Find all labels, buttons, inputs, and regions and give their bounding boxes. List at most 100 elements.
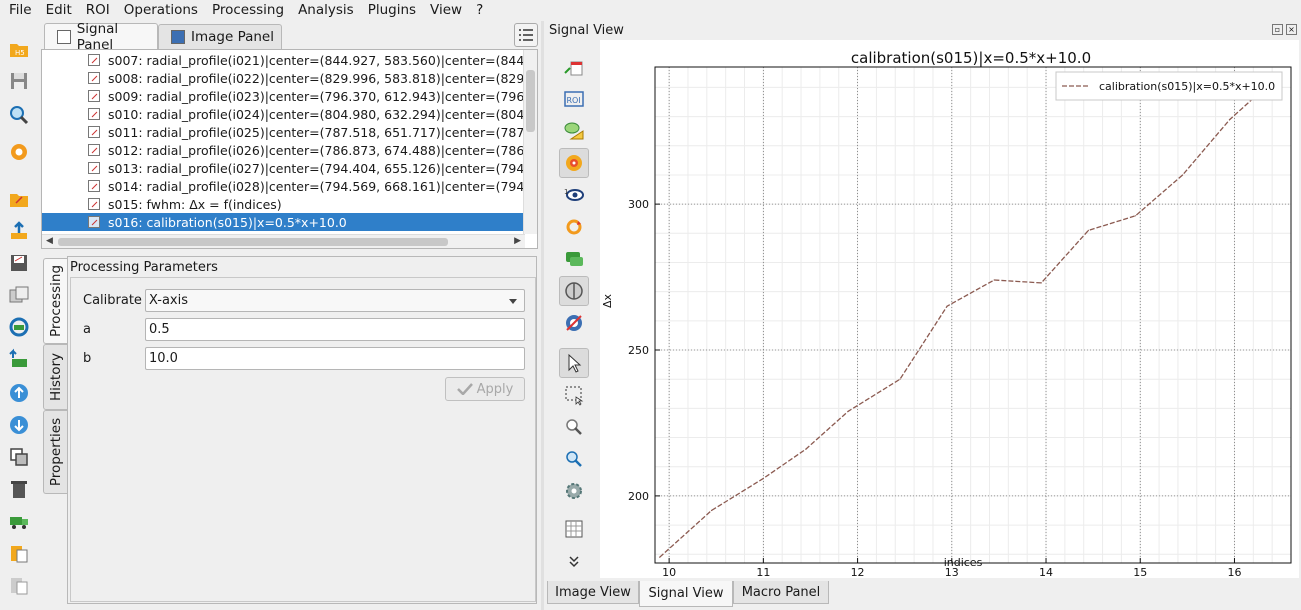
list-item[interactable]: s010: radial_profile(i024)|center=(804.9… <box>42 105 524 123</box>
duplicate-icon[interactable] <box>6 282 32 308</box>
list-item[interactable]: s015: fwhm: Δx = f(indices) <box>42 195 524 213</box>
restore-icon[interactable] <box>6 346 32 372</box>
scrollbar-thumb[interactable] <box>526 70 535 132</box>
apply-button[interactable]: Apply <box>445 377 525 401</box>
menu-analysis[interactable]: Analysis <box>291 0 361 21</box>
search-icon[interactable] <box>6 102 32 128</box>
autoscale-icon[interactable] <box>559 212 589 242</box>
tab-signal-panel[interactable]: Signal Panel <box>44 21 158 53</box>
signal-icon <box>88 54 100 66</box>
grid-icon[interactable] <box>559 514 589 544</box>
list-menu-icon <box>519 29 533 41</box>
copy-icon[interactable] <box>6 444 32 470</box>
close-icon[interactable]: × <box>1286 24 1297 35</box>
menubar: File Edit ROI Operations Processing Anal… <box>0 0 1301 21</box>
save-file-icon[interactable] <box>6 250 32 276</box>
panel-splitter[interactable] <box>541 21 544 610</box>
scroll-left-icon[interactable]: ◀ <box>46 236 53 246</box>
zoom-icon[interactable] <box>559 412 589 442</box>
refresh-icon[interactable] <box>6 314 32 340</box>
list-item[interactable]: s007: radial_profile(i021)|center=(844.9… <box>42 51 524 69</box>
open-h5-icon[interactable]: H5 <box>6 36 32 62</box>
tab-image-panel[interactable]: Image Panel <box>158 24 282 49</box>
y-axis-label: Δx <box>601 293 614 308</box>
tab-processing[interactable]: Processing <box>43 258 69 344</box>
save-h5-icon[interactable] <box>6 68 32 94</box>
tab-image-panel-label: Image Panel <box>191 29 274 45</box>
rect-select-icon[interactable] <box>559 380 589 410</box>
open-file-icon[interactable] <box>6 186 32 212</box>
menu-help[interactable]: ? <box>469 0 490 21</box>
color-wheel-icon[interactable] <box>559 148 589 178</box>
select-pointer-icon[interactable] <box>559 348 589 378</box>
more-tools-icon[interactable] <box>559 546 589 576</box>
tab-macro-panel[interactable]: Macro Panel <box>733 581 829 604</box>
menu-operations[interactable]: Operations <box>117 0 205 21</box>
menu-edit[interactable]: Edit <box>39 0 79 21</box>
import-icon[interactable] <box>6 218 32 244</box>
horizontal-scrollbar[interactable]: ◀ ▶ <box>42 234 525 248</box>
menu-file[interactable]: File <box>2 0 39 21</box>
signal-icon <box>88 72 100 84</box>
move-up-icon[interactable] <box>6 380 32 406</box>
list-item[interactable]: s013: radial_profile(i027)|center=(794.4… <box>42 159 524 177</box>
a-label: a <box>83 322 91 337</box>
no-snapshot-icon[interactable] <box>559 308 589 338</box>
tab-image-view[interactable]: Image View <box>547 581 639 604</box>
scroll-right-icon[interactable]: ▶ <box>514 236 521 246</box>
scrollbar-thumb[interactable] <box>58 238 448 246</box>
x-tick-label: 11 <box>756 566 770 578</box>
list-item[interactable]: s009: radial_profile(i023)|center=(796.3… <box>42 87 524 105</box>
comment-icon[interactable] <box>559 244 589 274</box>
signal-list: s007: radial_profile(i021)|center=(844.9… <box>41 49 538 249</box>
plot-toolbar: ROI 1 <box>556 44 592 574</box>
signal-icon <box>88 126 100 138</box>
list-item-selected[interactable]: s016: calibration(s015)|x=0.5*x+10.0 <box>42 213 524 231</box>
list-item[interactable]: s012: radial_profile(i026)|center=(786.8… <box>42 141 524 159</box>
delete-icon[interactable] <box>6 476 32 502</box>
list-item[interactable]: s011: radial_profile(i025)|center=(787.5… <box>42 123 524 141</box>
tab-signal-view[interactable]: Signal View <box>639 581 733 607</box>
move-down-icon[interactable] <box>6 412 32 438</box>
list-item-label: s013: radial_profile(i027)|center=(794.4… <box>108 160 524 176</box>
legend-label: calibration(s015)|x=0.5*x+10.0 <box>1099 80 1275 93</box>
new-curve-icon[interactable] <box>559 52 589 82</box>
y-tick-label: 250 <box>628 344 649 357</box>
eye-icon[interactable]: 1 <box>559 180 589 210</box>
processing-form: Calibrate X-axis a 0.5 b 10.0 Apply <box>70 277 536 602</box>
line-chart[interactable]: calibration(s015)|x=0.5*x+10.0 10 11 12 13 1… <box>600 40 1299 579</box>
list-item[interactable]: s014: radial_profile(i028)|center=(794.5… <box>42 177 524 195</box>
y-tick-label: 300 <box>628 198 649 211</box>
menu-processing[interactable]: Processing <box>205 0 291 21</box>
signal-view-titlebar: Signal View ▫ × <box>545 21 1301 40</box>
list-item-label: s007: radial_profile(i021)|center=(844.9… <box>108 52 524 68</box>
tab-properties[interactable]: Properties <box>43 410 69 494</box>
settings-gear-icon[interactable] <box>6 139 32 165</box>
panel-menu-button[interactable] <box>514 23 538 47</box>
tab-history[interactable]: History <box>43 344 69 410</box>
float-icon[interactable]: ▫ <box>1272 24 1283 35</box>
annotations-icon[interactable] <box>559 116 589 146</box>
x-axis-label: indices <box>944 556 983 569</box>
paste-icon[interactable] <box>6 540 32 566</box>
zoom-fit-icon[interactable] <box>559 444 589 474</box>
menu-roi[interactable]: ROI <box>79 0 117 21</box>
menu-view[interactable]: View <box>423 0 469 21</box>
roi-icon[interactable]: ROI <box>559 84 589 114</box>
b-field[interactable]: 10.0 <box>145 347 525 370</box>
contrast-icon[interactable] <box>559 276 589 306</box>
a-field[interactable]: 0.5 <box>145 318 525 341</box>
truck-icon[interactable] <box>6 508 32 534</box>
processing-panel: Processing Parameters Calibrate X-axis a… <box>67 256 537 604</box>
list-item[interactable]: s008: radial_profile(i022)|center=(829.9… <box>42 69 524 87</box>
plot-area[interactable]: calibration(s015)|x=0.5*x+10.0 10 11 12 13 1… <box>600 40 1299 579</box>
list-item-label: s008: radial_profile(i022)|center=(829.9… <box>108 70 524 86</box>
menu-plugins[interactable]: Plugins <box>361 0 423 21</box>
paste-special-icon[interactable] <box>6 572 32 598</box>
svg-text:1: 1 <box>564 188 568 196</box>
vertical-scrollbar[interactable] <box>523 50 537 234</box>
list-item-label: s010: radial_profile(i024)|center=(804.9… <box>108 106 524 122</box>
list-item-label: s009: radial_profile(i023)|center=(796.3… <box>108 88 524 104</box>
calibrate-select[interactable]: X-axis <box>145 289 525 312</box>
plot-settings-icon[interactable] <box>559 476 589 506</box>
